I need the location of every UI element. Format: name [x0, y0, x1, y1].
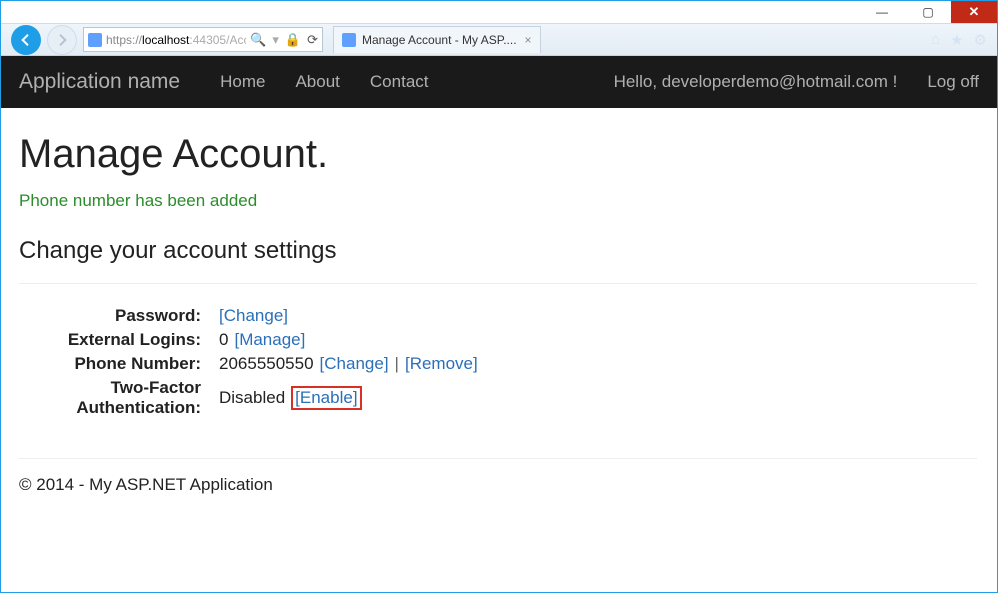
url-proto: https [106, 33, 132, 47]
app-navbar: Application name Home About Contact Hell… [1, 56, 997, 108]
link-enable-two-factor[interactable]: [Enable] [295, 388, 357, 407]
back-button[interactable] [11, 25, 41, 55]
nav-home[interactable]: Home [220, 72, 265, 92]
nav-about[interactable]: About [295, 72, 339, 92]
search-icon[interactable]: 🔍 [250, 32, 266, 48]
phone-number-value: 2065550550 [219, 354, 314, 374]
page-title: Manage Account. [19, 132, 977, 177]
url-text: https://localhost:44305/Acc [106, 33, 246, 47]
refresh-icon[interactable]: ⟳ [307, 32, 318, 48]
browser-tab[interactable]: Manage Account - My ASP.... × [333, 26, 541, 53]
tab-title: Manage Account - My ASP.... [362, 33, 517, 47]
link-manage-external[interactable]: [Manage] [234, 330, 305, 350]
browser-toolbar: https://localhost:44305/Acc 🔍 ▾ 🔒 ⟳ Mana… [1, 23, 997, 56]
nav-logoff[interactable]: Log off [927, 72, 979, 92]
link-change-phone[interactable]: [Change] [320, 354, 389, 374]
success-alert: Phone number has been added [19, 191, 977, 211]
favicon-icon [88, 33, 102, 47]
lock-icon: 🔒 [285, 32, 301, 48]
label-two-factor: Two-Factor Authentication: [19, 378, 219, 418]
link-change-password[interactable]: [Change] [219, 306, 288, 326]
window-close-button[interactable]: ✕ [951, 1, 997, 23]
nav-greeting[interactable]: Hello, developerdemo@hotmail.com ! [614, 72, 898, 92]
label-phone: Phone Number: [19, 354, 219, 374]
window-minimize-button[interactable]: — [859, 1, 905, 23]
window-maximize-button[interactable]: ▢ [905, 1, 951, 23]
footer-divider [19, 458, 977, 459]
two-factor-status: Disabled [219, 388, 285, 408]
home-icon[interactable]: ⌂ [931, 31, 940, 49]
nav-contact[interactable]: Contact [370, 72, 429, 92]
label-password: Password: [19, 306, 219, 326]
enable-highlight: [Enable] [291, 386, 361, 410]
forward-button[interactable] [47, 25, 77, 55]
url-path: /Acc [226, 33, 246, 47]
window-titlebar: — ▢ ✕ [1, 1, 997, 23]
favorites-icon[interactable]: ★ [950, 31, 963, 49]
link-remove-phone[interactable]: [Remove] [405, 354, 478, 374]
address-bar[interactable]: https://localhost:44305/Acc 🔍 ▾ 🔒 ⟳ [83, 27, 323, 52]
tab-close-icon[interactable]: × [525, 33, 532, 47]
label-external-logins: External Logins: [19, 330, 219, 350]
separator-pipe: | [395, 354, 399, 374]
url-port: :44305 [189, 33, 226, 47]
page-content: Manage Account. Phone number has been ad… [1, 108, 997, 505]
external-login-count: 0 [219, 330, 228, 350]
url-sep: :// [132, 33, 142, 47]
brand-link[interactable]: Application name [19, 70, 180, 94]
tab-favicon-icon [342, 33, 356, 47]
divider [19, 283, 977, 284]
settings-list: Password: [Change] External Logins: 0 [M… [19, 306, 977, 418]
page-subheading: Change your account settings [19, 237, 977, 265]
url-host: localhost [142, 33, 189, 47]
settings-icon[interactable]: ⚙ [974, 31, 987, 49]
page-footer: © 2014 - My ASP.NET Application [19, 475, 977, 495]
